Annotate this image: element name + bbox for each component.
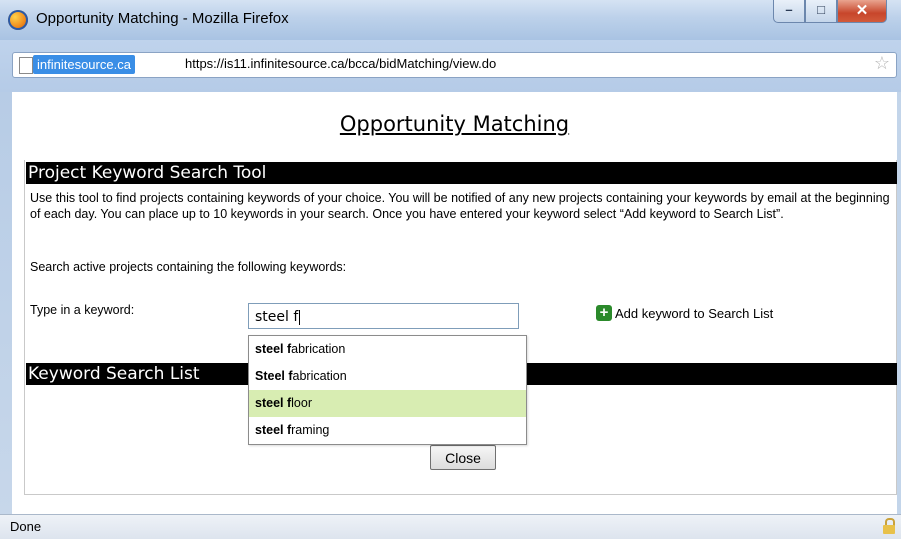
- window-right-border: [897, 92, 901, 514]
- close-icon: ✕: [855, 2, 869, 19]
- window-controls: – □ ✕: [773, 0, 887, 26]
- tool-description: Use this tool to find projects containin…: [30, 191, 890, 221]
- star-icon[interactable]: ☆: [874, 53, 890, 74]
- window-titlebar: Opportunity Matching - Mozilla Firefox –…: [0, 0, 901, 40]
- keyword-label: Type in a keyword:: [30, 303, 135, 317]
- page-content: Opportunity Matching Project Keyword Sea…: [12, 92, 897, 514]
- section-header-search-tool: Project Keyword Search Tool: [26, 162, 897, 184]
- autocomplete-item[interactable]: steel fabrication: [249, 336, 526, 363]
- maximize-button[interactable]: □: [805, 0, 837, 23]
- window-title: Opportunity Matching - Mozilla Firefox: [36, 10, 289, 27]
- firefox-icon: [8, 10, 28, 30]
- plus-icon: +: [596, 305, 612, 321]
- text-caret: [299, 309, 301, 325]
- site-identity-button[interactable]: infinitesource.ca: [33, 55, 135, 74]
- address-bar[interactable]: infinitesource.ca https://is11.infinites…: [12, 52, 897, 78]
- lock-icon[interactable]: [883, 518, 895, 534]
- status-text: Done: [10, 519, 42, 534]
- keyword-input-value: steel f: [255, 309, 299, 325]
- autocomplete-item[interactable]: steel framing: [249, 417, 526, 444]
- keyword-input[interactable]: steel f: [248, 303, 519, 329]
- close-button[interactable]: Close: [430, 445, 496, 470]
- address-row: infinitesource.ca https://is11.infinites…: [0, 40, 901, 92]
- page-title: Opportunity Matching: [339, 112, 570, 136]
- minimize-icon: –: [785, 2, 793, 17]
- url-text[interactable]: https://is11.infinitesource.ca/bcca/bidM…: [185, 56, 496, 71]
- autocomplete-item[interactable]: Steel fabrication: [249, 363, 526, 390]
- add-keyword-button[interactable]: + Add keyword to Search List: [596, 305, 773, 321]
- maximize-icon: □: [817, 2, 825, 17]
- window-left-border: [0, 92, 12, 514]
- search-active-label: Search active projects containing the fo…: [30, 260, 347, 274]
- autocomplete-item-highlighted[interactable]: steel floor: [249, 390, 526, 417]
- close-window-button[interactable]: ✕: [837, 0, 887, 23]
- status-bar: Done: [0, 514, 901, 539]
- minimize-button[interactable]: –: [773, 0, 805, 23]
- add-keyword-label: Add keyword to Search List: [615, 305, 774, 321]
- page-icon: [19, 57, 33, 74]
- autocomplete-dropdown: steel fabrication Steel fabrication stee…: [248, 335, 527, 445]
